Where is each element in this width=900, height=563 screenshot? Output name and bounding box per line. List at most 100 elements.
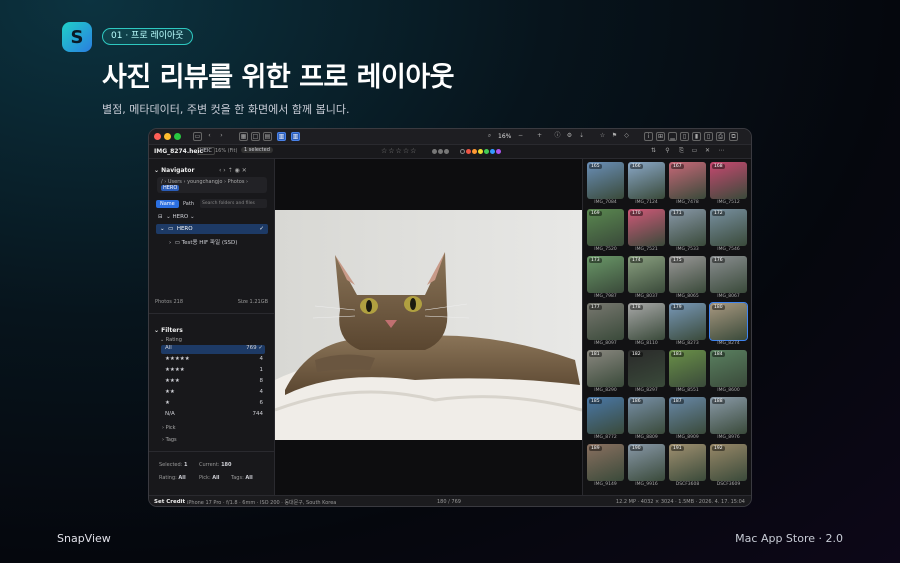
thumbnail[interactable]: 170 — [628, 209, 665, 246]
more-icon[interactable]: ⋯ — [717, 147, 726, 156]
thumbnail[interactable]: 175 — [669, 256, 706, 293]
thumbnail[interactable]: 166 — [628, 162, 665, 199]
thumbnail-index: 170 — [630, 211, 643, 216]
info-icon[interactable]: ⓘ — [553, 132, 562, 141]
layout-pro-icon[interactable]: ▥ — [291, 132, 300, 141]
thumbnail[interactable]: 165 — [587, 162, 624, 199]
filter-row-1star[interactable]: ★ 6 — [161, 400, 265, 409]
thumbnail[interactable]: 176 — [710, 256, 747, 293]
compare-icon[interactable]: ⊞ — [656, 132, 665, 141]
forward-icon[interactable]: › — [217, 132, 226, 141]
thumbnail-index: 181 — [589, 352, 602, 357]
rating-filter-header[interactable]: ⌄ Rating — [160, 337, 182, 343]
thumbnail[interactable]: 169 — [587, 209, 624, 246]
filter-row-all[interactable]: All 769 ✓ — [161, 345, 265, 354]
thumbnail[interactable]: 178 — [628, 303, 665, 340]
rating-stars[interactable]: ☆☆☆☆☆ — [381, 147, 417, 155]
thumbnail[interactable]: 183 — [669, 350, 706, 387]
thumbnail-grid[interactable]: 165 IMG_7084 166 IMG_7124 167 IMG_7478 168 IMG_… — [582, 159, 751, 495]
filter-row-na[interactable]: N/A 744 — [161, 411, 265, 420]
thumbnail[interactable]: 171 — [669, 209, 706, 246]
thumbnail[interactable]: 192 — [710, 444, 747, 481]
folder-search-input[interactable]: Search folders and files — [200, 199, 267, 208]
thumbnail[interactable]: 182 — [628, 350, 665, 387]
filter-row-4star[interactable]: ★★★★ 1 — [161, 367, 265, 376]
thumbnail-label: IMG_7478 — [676, 200, 699, 205]
thumbnail[interactable]: 189 — [587, 444, 624, 481]
zoom-icon[interactable]: ⌕ — [485, 132, 494, 141]
settings-icon[interactable]: ⚙ — [565, 132, 574, 141]
layout-right-icon[interactable]: ▥ — [277, 132, 286, 141]
pick-filter-header[interactable]: › Pick — [162, 425, 176, 431]
new-folder-icon[interactable]: ▭ — [690, 147, 699, 156]
zoom-window-button[interactable] — [174, 133, 181, 140]
flag-icon[interactable]: ⚑ — [610, 132, 619, 141]
tab-path[interactable]: Path — [183, 201, 194, 207]
filters-title[interactable]: ⌄ Filters — [154, 327, 183, 334]
metadata-icon[interactable]: i — [644, 132, 653, 141]
fullscreen-icon[interactable]: ⧉ — [729, 132, 738, 141]
breadcrumb[interactable]: / › Users › youngchangjo › Photos › HERO — [157, 177, 267, 193]
thumbnail[interactable]: 187 — [669, 397, 706, 434]
thumbnail[interactable]: 190 — [628, 444, 665, 481]
export-icon[interactable]: ⇣ — [577, 132, 586, 141]
star-icon[interactable]: ☆ — [598, 132, 607, 141]
thumbnail[interactable]: 191 — [669, 444, 706, 481]
thumbnail[interactable]: 185 — [587, 397, 624, 434]
sidebar: ⌄ Navigator ‹ › ⇡ ◉ ✕ / › Users › youngc… — [149, 159, 275, 495]
zoom-level[interactable]: 16% — [498, 133, 511, 140]
tags-filter-header[interactable]: › Tags — [162, 437, 177, 443]
zoom-in-icon[interactable]: + — [535, 132, 544, 141]
thumbnail[interactable]: 186 — [628, 397, 665, 434]
color-labels[interactable] — [460, 149, 501, 156]
set-credit-button[interactable]: Set Credit — [154, 499, 185, 505]
thumbnail-label: IMG_7124 — [635, 200, 658, 205]
inspector-icon[interactable]: ▯ — [704, 132, 713, 141]
filter-row-5star[interactable]: ★★★★★ 4 — [161, 356, 265, 365]
close-window-button[interactable] — [154, 133, 161, 140]
tag-icon[interactable]: ◇ — [622, 132, 631, 141]
cat-photo[interactable] — [275, 210, 582, 440]
sidebar-icon[interactable]: ▮ — [692, 132, 701, 141]
back-icon[interactable]: ‹ — [205, 132, 214, 141]
root-folder-select[interactable]: ⊟ ⌄ HERO ⌄ — [158, 214, 195, 220]
grid-view-icon[interactable]: ▦ — [239, 132, 248, 141]
thumbnail-label: IMG_7521 — [635, 247, 658, 252]
sort-icon[interactable]: ⇅ — [649, 147, 658, 156]
thumbnail[interactable]: 188 — [710, 397, 747, 434]
thumbnail[interactable]: 172 — [710, 209, 747, 246]
filmstrip-view-icon[interactable]: ▤ — [263, 132, 272, 141]
folder-row-test[interactable]: › ▭ Test용 HIF 파일 (SSD) — [169, 238, 237, 246]
thumbnail[interactable]: 181 — [587, 350, 624, 387]
thumbnail[interactable]: 180 — [709, 302, 748, 341]
navigator-controls[interactable]: ‹ › ⇡ ◉ ✕ — [219, 167, 247, 174]
tab-name[interactable]: Name — [156, 200, 179, 208]
thumbnail[interactable]: 179 — [669, 303, 706, 340]
minimize-window-button[interactable] — [164, 133, 171, 140]
navigator-title[interactable]: ⌄ Navigator — [154, 167, 194, 174]
share-icon[interactable]: ⎙ — [716, 132, 725, 141]
histogram-icon[interactable]: ▁ — [668, 132, 677, 141]
trash-icon[interactable]: ✕ — [703, 147, 712, 156]
panel-icon[interactable]: ▯ — [680, 132, 689, 141]
filter-row-3star[interactable]: ★★★ 8 — [161, 378, 265, 387]
thumbnail-label: IMG_9149 — [594, 482, 617, 487]
folder-icon[interactable]: ▭ — [193, 132, 202, 141]
thumbnail[interactable]: 174 — [628, 256, 665, 293]
single-view-icon[interactable]: □ — [251, 132, 260, 141]
pick-flags[interactable] — [432, 149, 453, 156]
thumbnail[interactable]: 177 — [587, 303, 624, 340]
thumbnail-label: IMG_8065 — [676, 294, 699, 299]
thumbnail[interactable]: 168 — [710, 162, 747, 199]
thumbnail-index: 184 — [712, 352, 725, 357]
thumbnail-index: 171 — [671, 211, 684, 216]
filter-row-2star[interactable]: ★★ 4 — [161, 389, 265, 398]
photo-viewer[interactable] — [275, 159, 582, 495]
folder-row-hero[interactable]: ⌄ ▭ HERO ✓ — [156, 224, 268, 234]
copy-icon[interactable]: ⎘ — [677, 147, 686, 156]
zoom-out-icon[interactable]: − — [516, 132, 525, 141]
filter-icon[interactable]: ⚲ — [663, 147, 672, 156]
thumbnail[interactable]: 173 — [587, 256, 624, 293]
thumbnail[interactable]: 184 — [710, 350, 747, 387]
thumbnail[interactable]: 167 — [669, 162, 706, 199]
